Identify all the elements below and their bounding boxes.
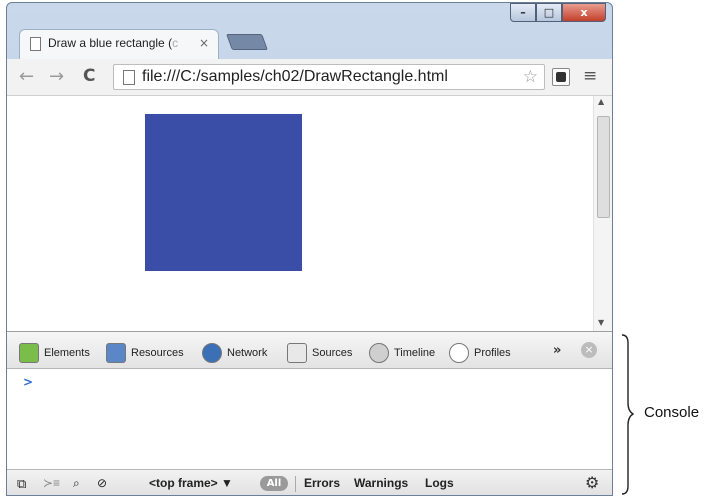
close-button[interactable]: x [562, 3, 606, 22]
filter-warnings[interactable]: Warnings [354, 476, 408, 490]
tab-elements[interactable]: Elements [19, 343, 90, 363]
console-annotation: Console [644, 404, 700, 421]
title-bar: Draw a blue rectangle (c × – □ x [7, 3, 612, 59]
filter-errors[interactable]: Errors [304, 476, 340, 490]
tab-title: Draw a blue rectangle (c [48, 36, 179, 50]
menu-icon[interactable]: ≡ [583, 66, 597, 86]
reload-button[interactable]: C [83, 66, 95, 86]
timeline-icon [369, 343, 389, 363]
maximize-button[interactable]: □ [536, 3, 562, 22]
more-tabs-button[interactable]: » [553, 343, 561, 358]
browser-window: Draw a blue rectangle (c × – □ x ← → C f… [6, 2, 613, 496]
filter-logs[interactable]: Logs [425, 476, 454, 490]
clear-console-icon[interactable]: ⊘ [97, 476, 107, 490]
resources-icon [106, 343, 126, 363]
tab-resources[interactable]: Resources [106, 343, 184, 363]
close-devtools-icon[interactable]: × [581, 342, 597, 358]
profiles-icon [449, 343, 469, 363]
vertical-scrollbar[interactable]: ▲ ▼ [593, 96, 612, 331]
divider [295, 476, 296, 492]
sources-icon [287, 343, 307, 363]
page-viewport: ▲ ▼ [7, 96, 612, 331]
console-prompt: > [23, 375, 34, 389]
back-button[interactable]: ← [19, 66, 34, 87]
network-icon [202, 343, 222, 363]
elements-icon [19, 343, 39, 363]
search-icon[interactable]: ⌕ [73, 476, 80, 491]
tab-profiles[interactable]: Profiles [449, 343, 511, 363]
tab-network[interactable]: Network [202, 343, 267, 363]
minimize-button[interactable]: – [510, 3, 536, 22]
window-controls: – □ x [510, 3, 606, 23]
extension-icon[interactable] [552, 68, 570, 86]
devtools-status-bar: ⧉ ≻≡ ⌕ ⊘ <top frame> ▼ All Errors Warnin… [7, 469, 612, 495]
page-icon [123, 70, 135, 85]
console-panel[interactable]: > [7, 369, 612, 469]
tab-timeline[interactable]: Timeline [369, 343, 435, 363]
scroll-up-icon[interactable]: ▲ [598, 97, 604, 106]
blue-rectangle [145, 114, 302, 271]
browser-toolbar: ← → C file:///C:/samples/ch02/DrawRectan… [7, 59, 612, 96]
page-icon [30, 37, 41, 51]
show-drawer-icon[interactable]: ≻≡ [43, 476, 60, 490]
url-text: file:///C:/samples/ch02/DrawRectangle.ht… [142, 68, 448, 85]
gear-icon[interactable]: ⚙ [585, 473, 599, 492]
devtools-tab-bar: Elements Resources Network Sources Timel… [7, 331, 612, 369]
tab-sources[interactable]: Sources [287, 343, 352, 363]
browser-tab[interactable]: Draw a blue rectangle (c × [19, 29, 219, 59]
filter-all[interactable]: All [260, 476, 288, 491]
forward-button[interactable]: → [49, 66, 64, 87]
console-bracket [621, 334, 634, 495]
scroll-down-icon[interactable]: ▼ [598, 318, 604, 327]
dock-icon[interactable]: ⧉ [17, 476, 26, 492]
bookmark-star-icon[interactable]: ☆ [523, 67, 538, 87]
address-bar[interactable]: file:///C:/samples/ch02/DrawRectangle.ht… [113, 64, 545, 90]
new-tab-button[interactable] [226, 34, 268, 50]
scrollbar-thumb[interactable] [597, 116, 610, 218]
frame-select[interactable]: <top frame> ▼ [149, 476, 233, 490]
tab-close-icon[interactable]: × [199, 36, 209, 50]
